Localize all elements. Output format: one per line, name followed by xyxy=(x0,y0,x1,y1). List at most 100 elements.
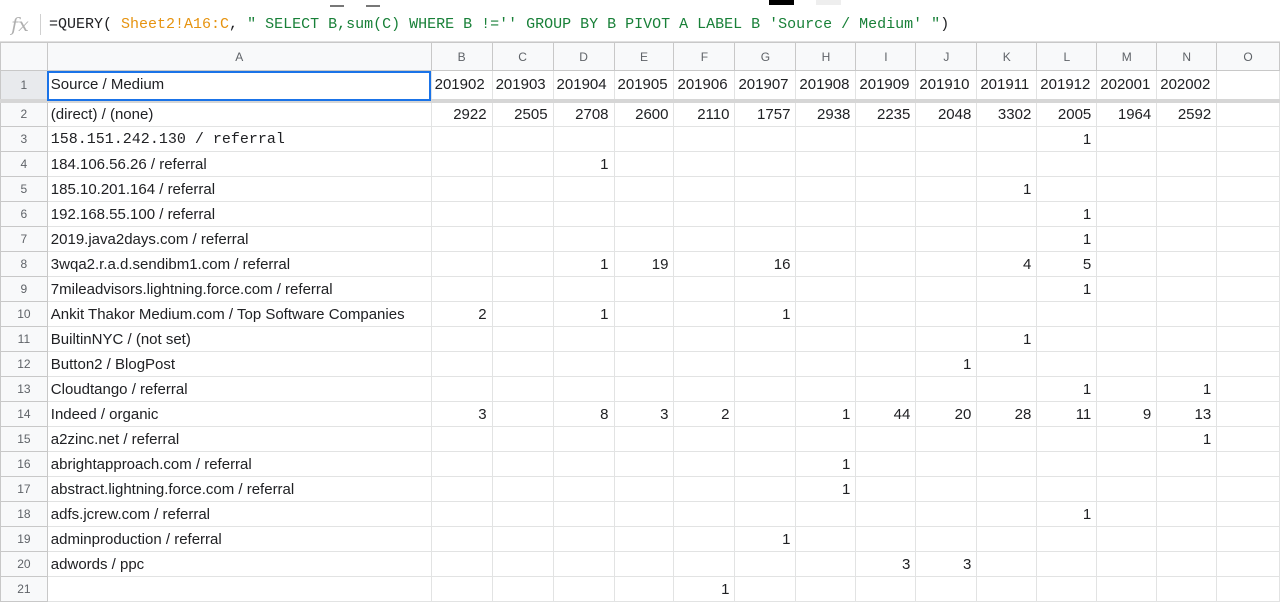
cell-i11[interactable] xyxy=(855,326,917,352)
cell-n12[interactable] xyxy=(1156,351,1218,377)
cell-k9[interactable] xyxy=(976,276,1038,302)
cell-d17[interactable] xyxy=(552,476,615,502)
cell-i8[interactable] xyxy=(855,251,917,277)
cell-a5[interactable]: 185.10.201.164 / referral xyxy=(46,176,432,202)
cell-i14[interactable]: 44 xyxy=(855,401,917,427)
cell-m18[interactable] xyxy=(1096,501,1158,527)
cell-n14[interactable]: 13 xyxy=(1156,401,1218,427)
cell-b5[interactable] xyxy=(430,176,493,202)
cell-o17[interactable] xyxy=(1216,476,1280,502)
row-header[interactable]: 4 xyxy=(0,151,48,177)
cell-l17[interactable] xyxy=(1036,476,1098,502)
cell-f5[interactable] xyxy=(673,176,736,202)
cell-o5[interactable] xyxy=(1216,176,1280,202)
cell-c3[interactable] xyxy=(491,126,554,152)
cell-a1[interactable]: Source / Medium xyxy=(46,70,432,103)
cell-h11[interactable] xyxy=(795,326,857,352)
cell-d13[interactable] xyxy=(552,376,615,402)
cell-e16[interactable] xyxy=(613,451,675,477)
cell-m6[interactable] xyxy=(1096,201,1158,227)
cell-h21[interactable] xyxy=(795,576,857,602)
cell-l14[interactable]: 11 xyxy=(1036,401,1098,427)
cell-h3[interactable] xyxy=(795,126,857,152)
cell-o19[interactable] xyxy=(1216,526,1280,552)
cell-i4[interactable] xyxy=(855,151,917,177)
cell-d15[interactable] xyxy=(552,426,615,452)
cell-n4[interactable] xyxy=(1156,151,1218,177)
column-header-a[interactable]: A xyxy=(46,42,432,71)
cell-m9[interactable] xyxy=(1096,276,1158,302)
cell-b3[interactable] xyxy=(430,126,493,152)
column-header-b[interactable]: B xyxy=(430,42,493,71)
cell-f17[interactable] xyxy=(673,476,736,502)
cell-j7[interactable] xyxy=(915,226,978,252)
cell-g21[interactable] xyxy=(734,576,797,602)
cell-g20[interactable] xyxy=(734,551,797,577)
cell-c4[interactable] xyxy=(491,151,554,177)
cell-d4[interactable]: 1 xyxy=(552,151,615,177)
column-header-f[interactable]: F xyxy=(673,42,736,71)
cell-e8[interactable]: 19 xyxy=(613,251,675,277)
cell-b10[interactable]: 2 xyxy=(430,301,493,327)
column-header-i[interactable]: I xyxy=(855,42,917,71)
cell-c12[interactable] xyxy=(491,351,554,377)
cell-m11[interactable] xyxy=(1096,326,1158,352)
cell-h12[interactable] xyxy=(795,351,857,377)
cell-g4[interactable] xyxy=(734,151,797,177)
cell-j19[interactable] xyxy=(915,526,978,552)
cell-k19[interactable] xyxy=(976,526,1038,552)
cell-e9[interactable] xyxy=(613,276,675,302)
cell-b13[interactable] xyxy=(430,376,493,402)
cell-f16[interactable] xyxy=(673,451,736,477)
cell-f12[interactable] xyxy=(673,351,736,377)
spreadsheet-table[interactable]: ABCDEFGHIJKLMNO 1 Source / Medium 201902 20… xyxy=(0,42,1280,602)
cell-k8[interactable]: 4 xyxy=(976,251,1038,277)
cell-l18[interactable]: 1 xyxy=(1036,501,1098,527)
row-header[interactable]: 19 xyxy=(0,526,48,552)
cell-n9[interactable] xyxy=(1156,276,1218,302)
cell-m3[interactable] xyxy=(1096,126,1158,152)
cell-b1[interactable]: 201902 xyxy=(430,70,493,103)
cell-f15[interactable] xyxy=(673,426,736,452)
cell-l15[interactable] xyxy=(1036,426,1098,452)
cell-c19[interactable] xyxy=(491,526,554,552)
cell-j9[interactable] xyxy=(915,276,978,302)
cell-i6[interactable] xyxy=(855,201,917,227)
cell-g13[interactable] xyxy=(734,376,797,402)
cell-c1[interactable]: 201903 xyxy=(491,70,554,103)
cell-e2[interactable]: 2600 xyxy=(613,100,675,127)
cell-h16[interactable]: 1 xyxy=(795,451,857,477)
cell-k15[interactable] xyxy=(976,426,1038,452)
cell-m10[interactable] xyxy=(1096,301,1158,327)
cell-k4[interactable] xyxy=(976,151,1038,177)
cell-d16[interactable] xyxy=(552,451,615,477)
column-header-m[interactable]: M xyxy=(1096,42,1158,71)
cell-g9[interactable] xyxy=(734,276,797,302)
cell-g18[interactable] xyxy=(734,501,797,527)
cell-k1[interactable]: 201911 xyxy=(976,70,1038,103)
cell-o21[interactable] xyxy=(1216,576,1280,602)
cell-l20[interactable] xyxy=(1036,551,1098,577)
cell-l21[interactable] xyxy=(1036,576,1098,602)
cell-b2[interactable]: 2922 xyxy=(430,100,493,127)
cell-l16[interactable] xyxy=(1036,451,1098,477)
cell-n10[interactable] xyxy=(1156,301,1218,327)
cell-h9[interactable] xyxy=(795,276,857,302)
cell-f1[interactable]: 201906 xyxy=(673,70,736,103)
cell-i12[interactable] xyxy=(855,351,917,377)
cell-c11[interactable] xyxy=(491,326,554,352)
column-header-o[interactable]: O xyxy=(1216,42,1280,71)
cell-k13[interactable] xyxy=(976,376,1038,402)
cell-a10[interactable]: Ankit Thakor Medium.com / Top Software C… xyxy=(46,301,432,327)
cell-i18[interactable] xyxy=(855,501,917,527)
cell-b18[interactable] xyxy=(430,501,493,527)
cell-k5[interactable]: 1 xyxy=(976,176,1038,202)
cell-a6[interactable]: 192.168.55.100 / referral xyxy=(46,201,432,227)
cell-m19[interactable] xyxy=(1096,526,1158,552)
cell-b4[interactable] xyxy=(430,151,493,177)
cell-l11[interactable] xyxy=(1036,326,1098,352)
cell-h6[interactable] xyxy=(795,201,857,227)
cell-j14[interactable]: 20 xyxy=(915,401,978,427)
cell-n3[interactable] xyxy=(1156,126,1218,152)
cell-e18[interactable] xyxy=(613,501,675,527)
